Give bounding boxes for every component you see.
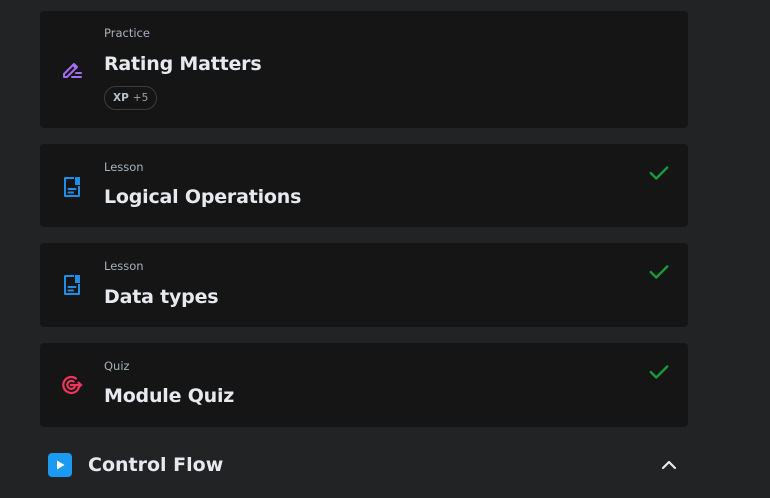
item-title: Module Quiz [104,385,235,407]
target-icon [60,373,84,397]
xp-badge: XP +5 [104,86,158,110]
lesson-document-icon [60,175,84,199]
quiz-card[interactable]: Quiz Module Quiz [40,343,688,427]
lesson-document-icon [60,273,84,297]
module-title: Control Flow [88,454,224,476]
lesson-card[interactable]: Lesson Data types [40,243,688,327]
item-title: Data types [104,286,219,308]
edit-icon [60,57,84,81]
play-icon [48,453,72,477]
xp-value: +5 [132,92,149,104]
completed-check-icon [648,261,670,283]
completed-check-icon [648,162,670,184]
item-type-label: Lesson [104,160,144,174]
item-type-label: Lesson [104,259,144,273]
xp-label: XP [113,92,129,104]
chevron-up-icon[interactable] [656,452,682,478]
item-type-label: Quiz [104,359,130,373]
item-title: Logical Operations [104,186,302,208]
completed-check-icon [648,361,670,383]
lesson-card[interactable]: Lesson Logical Operations [40,144,688,227]
module-header-control-flow[interactable]: Control Flow [40,444,688,486]
item-type-label: Practice [104,26,150,40]
practice-card[interactable]: Practice Rating Matters XP +5 [40,11,688,128]
item-title: Rating Matters [104,53,262,75]
